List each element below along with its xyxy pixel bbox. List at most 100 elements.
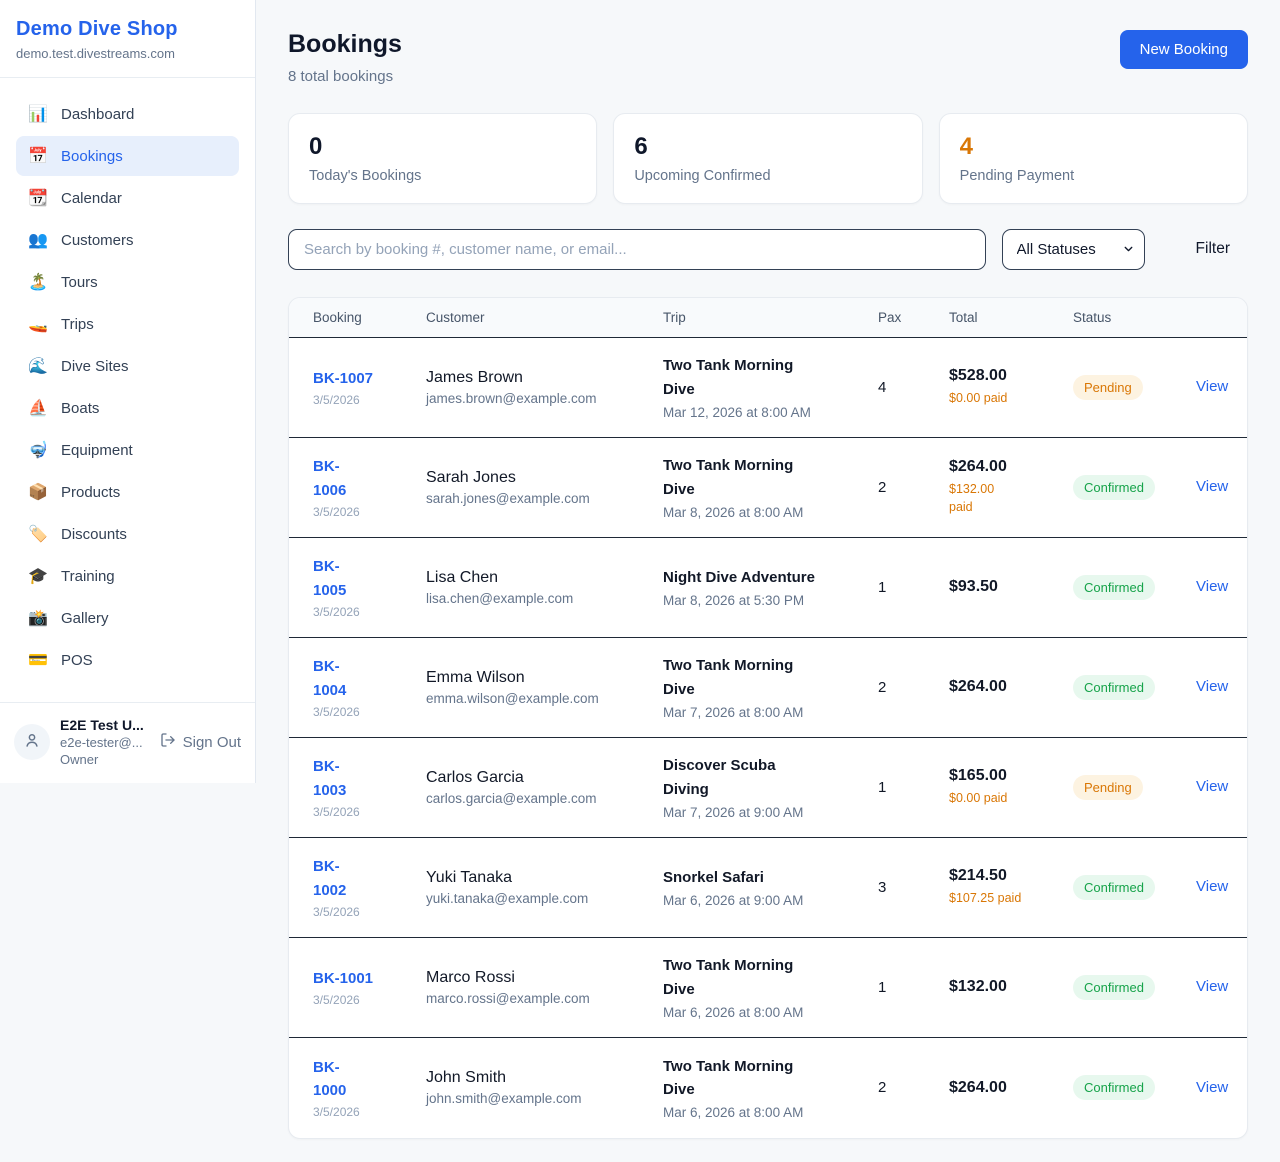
status-filter-select[interactable]: All Statuses	[1002, 229, 1145, 270]
trip-name: Snorkel Safari	[663, 866, 866, 889]
booking-id-link[interactable]: BK-1004	[313, 655, 346, 702]
total-amount: $264.00	[949, 1079, 1061, 1097]
paid-amount: $132.00paid	[949, 480, 1061, 516]
shop-domain: demo.test.divestreams.com	[16, 46, 239, 61]
sidebar-item-products[interactable]: 📦 Products	[16, 472, 239, 512]
pax-count: 1	[878, 779, 949, 796]
column-header: Pax	[878, 310, 949, 325]
table-row: BK-1004 3/5/2026 Emma Wilson emma.wilson…	[289, 638, 1247, 738]
customer-name: James Brown	[426, 369, 651, 387]
table-header-row: BookingCustomerTripPaxTotalStatus	[289, 298, 1247, 338]
pax-count: 4	[878, 379, 949, 396]
sidebar-item-pos[interactable]: 💳 POS	[16, 640, 239, 680]
sidebar-item-calendar[interactable]: 📆 Calendar	[16, 178, 239, 218]
total-amount: $93.50	[949, 578, 1061, 596]
stat-value: 6	[634, 133, 901, 161]
trip-name: Two Tank MorningDive	[663, 1055, 866, 1102]
view-link[interactable]: View	[1196, 578, 1228, 595]
sidebar-item-discounts[interactable]: 🏷️ Discounts	[16, 514, 239, 554]
sign-out-icon	[160, 732, 176, 752]
pax-count: 3	[878, 879, 949, 896]
sidebar-header: Demo Dive Shop demo.test.divestreams.com	[0, 0, 255, 78]
avatar	[14, 724, 50, 760]
new-booking-button[interactable]: New Booking	[1120, 30, 1248, 69]
column-header: Total	[949, 310, 1073, 325]
paid-amount: $0.00 paid	[949, 389, 1061, 407]
sidebar-item-customers[interactable]: 👥 Customers	[16, 220, 239, 260]
shop-name: Demo Dive Shop	[16, 18, 239, 41]
view-link[interactable]: View	[1196, 378, 1228, 395]
table-row: BK-1000 3/5/2026 John Smith john.smith@e…	[289, 1038, 1247, 1138]
table-row: BK-1001 3/5/2026 Marco Rossi marco.rossi…	[289, 938, 1247, 1038]
people-icon: 👥	[28, 230, 48, 250]
booking-id-link[interactable]: BK-1007	[313, 367, 373, 390]
booking-id-link[interactable]: BK-1003	[313, 755, 346, 802]
booking-id-link[interactable]: BK-1001	[313, 967, 373, 990]
stat-card: 0 Today's Bookings	[288, 113, 597, 204]
customer-email: yuki.tanaka@example.com	[426, 891, 651, 906]
toolbar: All Statuses Filter	[288, 229, 1248, 270]
sign-out-button[interactable]: Sign Out	[160, 732, 241, 752]
trip-datetime: Mar 8, 2026 at 8:00 AM	[663, 505, 866, 520]
graduation-cap-icon: 🎓	[28, 566, 48, 586]
column-header: Trip	[663, 310, 878, 325]
credit-card-icon: 💳	[28, 650, 48, 670]
booking-date: 3/5/2026	[313, 393, 414, 407]
view-link[interactable]: View	[1196, 678, 1228, 695]
booking-id-link[interactable]: BK-1006	[313, 455, 346, 502]
column-header: Customer	[426, 310, 663, 325]
booking-id-link[interactable]: BK-1005	[313, 555, 346, 602]
customer-email: marco.rossi@example.com	[426, 991, 651, 1006]
sidebar-item-boats[interactable]: ⛵ Boats	[16, 388, 239, 428]
trip-datetime: Mar 6, 2026 at 9:00 AM	[663, 893, 866, 908]
sailboat-icon: ⛵	[28, 398, 48, 418]
table-body: BK-1007 3/5/2026 James Brown james.brown…	[289, 338, 1247, 1138]
total-amount: $165.00	[949, 767, 1061, 785]
view-link[interactable]: View	[1196, 478, 1228, 495]
view-link[interactable]: View	[1196, 878, 1228, 895]
stat-label: Pending Payment	[960, 168, 1227, 184]
filter-button[interactable]: Filter	[1178, 232, 1248, 266]
status-badge: Confirmed	[1073, 875, 1155, 900]
trip-name: Discover ScubaDiving	[663, 754, 866, 801]
pax-count: 1	[878, 979, 949, 996]
calendar-date-icon: 📅	[28, 146, 48, 166]
customer-name: Carlos Garcia	[426, 769, 651, 787]
user-icon	[23, 731, 41, 754]
speedboat-icon: 🚤	[28, 314, 48, 334]
total-amount: $132.00	[949, 978, 1061, 996]
trip-name: Two Tank MorningDive	[663, 954, 866, 1001]
sidebar-item-gallery[interactable]: 📸 Gallery	[16, 598, 239, 638]
diving-mask-icon: 🤿	[28, 440, 48, 460]
view-link[interactable]: View	[1196, 1079, 1228, 1096]
stat-value: 4	[960, 133, 1227, 161]
status-badge: Confirmed	[1073, 975, 1155, 1000]
main-content: Bookings 8 total bookings New Booking 0 …	[256, 0, 1280, 1139]
trip-name: Two Tank MorningDive	[663, 354, 866, 401]
trip-name: Night Dive Adventure	[663, 566, 866, 589]
customer-name: Sarah Jones	[426, 469, 651, 487]
booking-date: 3/5/2026	[313, 705, 414, 719]
page-subtitle: 8 total bookings	[288, 68, 402, 85]
trip-datetime: Mar 7, 2026 at 8:00 AM	[663, 705, 866, 720]
sidebar-item-equipment[interactable]: 🤿 Equipment	[16, 430, 239, 470]
view-link[interactable]: View	[1196, 778, 1228, 795]
paid-amount: $107.25 paid	[949, 889, 1061, 907]
table-row: BK-1007 3/5/2026 James Brown james.brown…	[289, 338, 1247, 438]
sidebar-item-dashboard[interactable]: 📊 Dashboard	[16, 94, 239, 134]
status-badge: Confirmed	[1073, 1075, 1155, 1100]
sidebar-item-tours[interactable]: 🏝️ Tours	[16, 262, 239, 302]
customer-name: Marco Rossi	[426, 969, 651, 987]
status-badge: Confirmed	[1073, 575, 1155, 600]
sidebar-item-training[interactable]: 🎓 Training	[16, 556, 239, 596]
sidebar-item-trips[interactable]: 🚤 Trips	[16, 304, 239, 344]
booking-id-link[interactable]: BK-1000	[313, 1056, 346, 1103]
view-link[interactable]: View	[1196, 978, 1228, 995]
sidebar-item-dive-sites[interactable]: 🌊 Dive Sites	[16, 346, 239, 386]
search-input[interactable]	[288, 229, 986, 270]
sidebar-item-bookings[interactable]: 📅 Bookings	[16, 136, 239, 176]
customer-email: carlos.garcia@example.com	[426, 791, 651, 806]
customer-email: john.smith@example.com	[426, 1091, 651, 1106]
trip-datetime: Mar 7, 2026 at 9:00 AM	[663, 805, 866, 820]
booking-id-link[interactable]: BK-1002	[313, 855, 346, 902]
